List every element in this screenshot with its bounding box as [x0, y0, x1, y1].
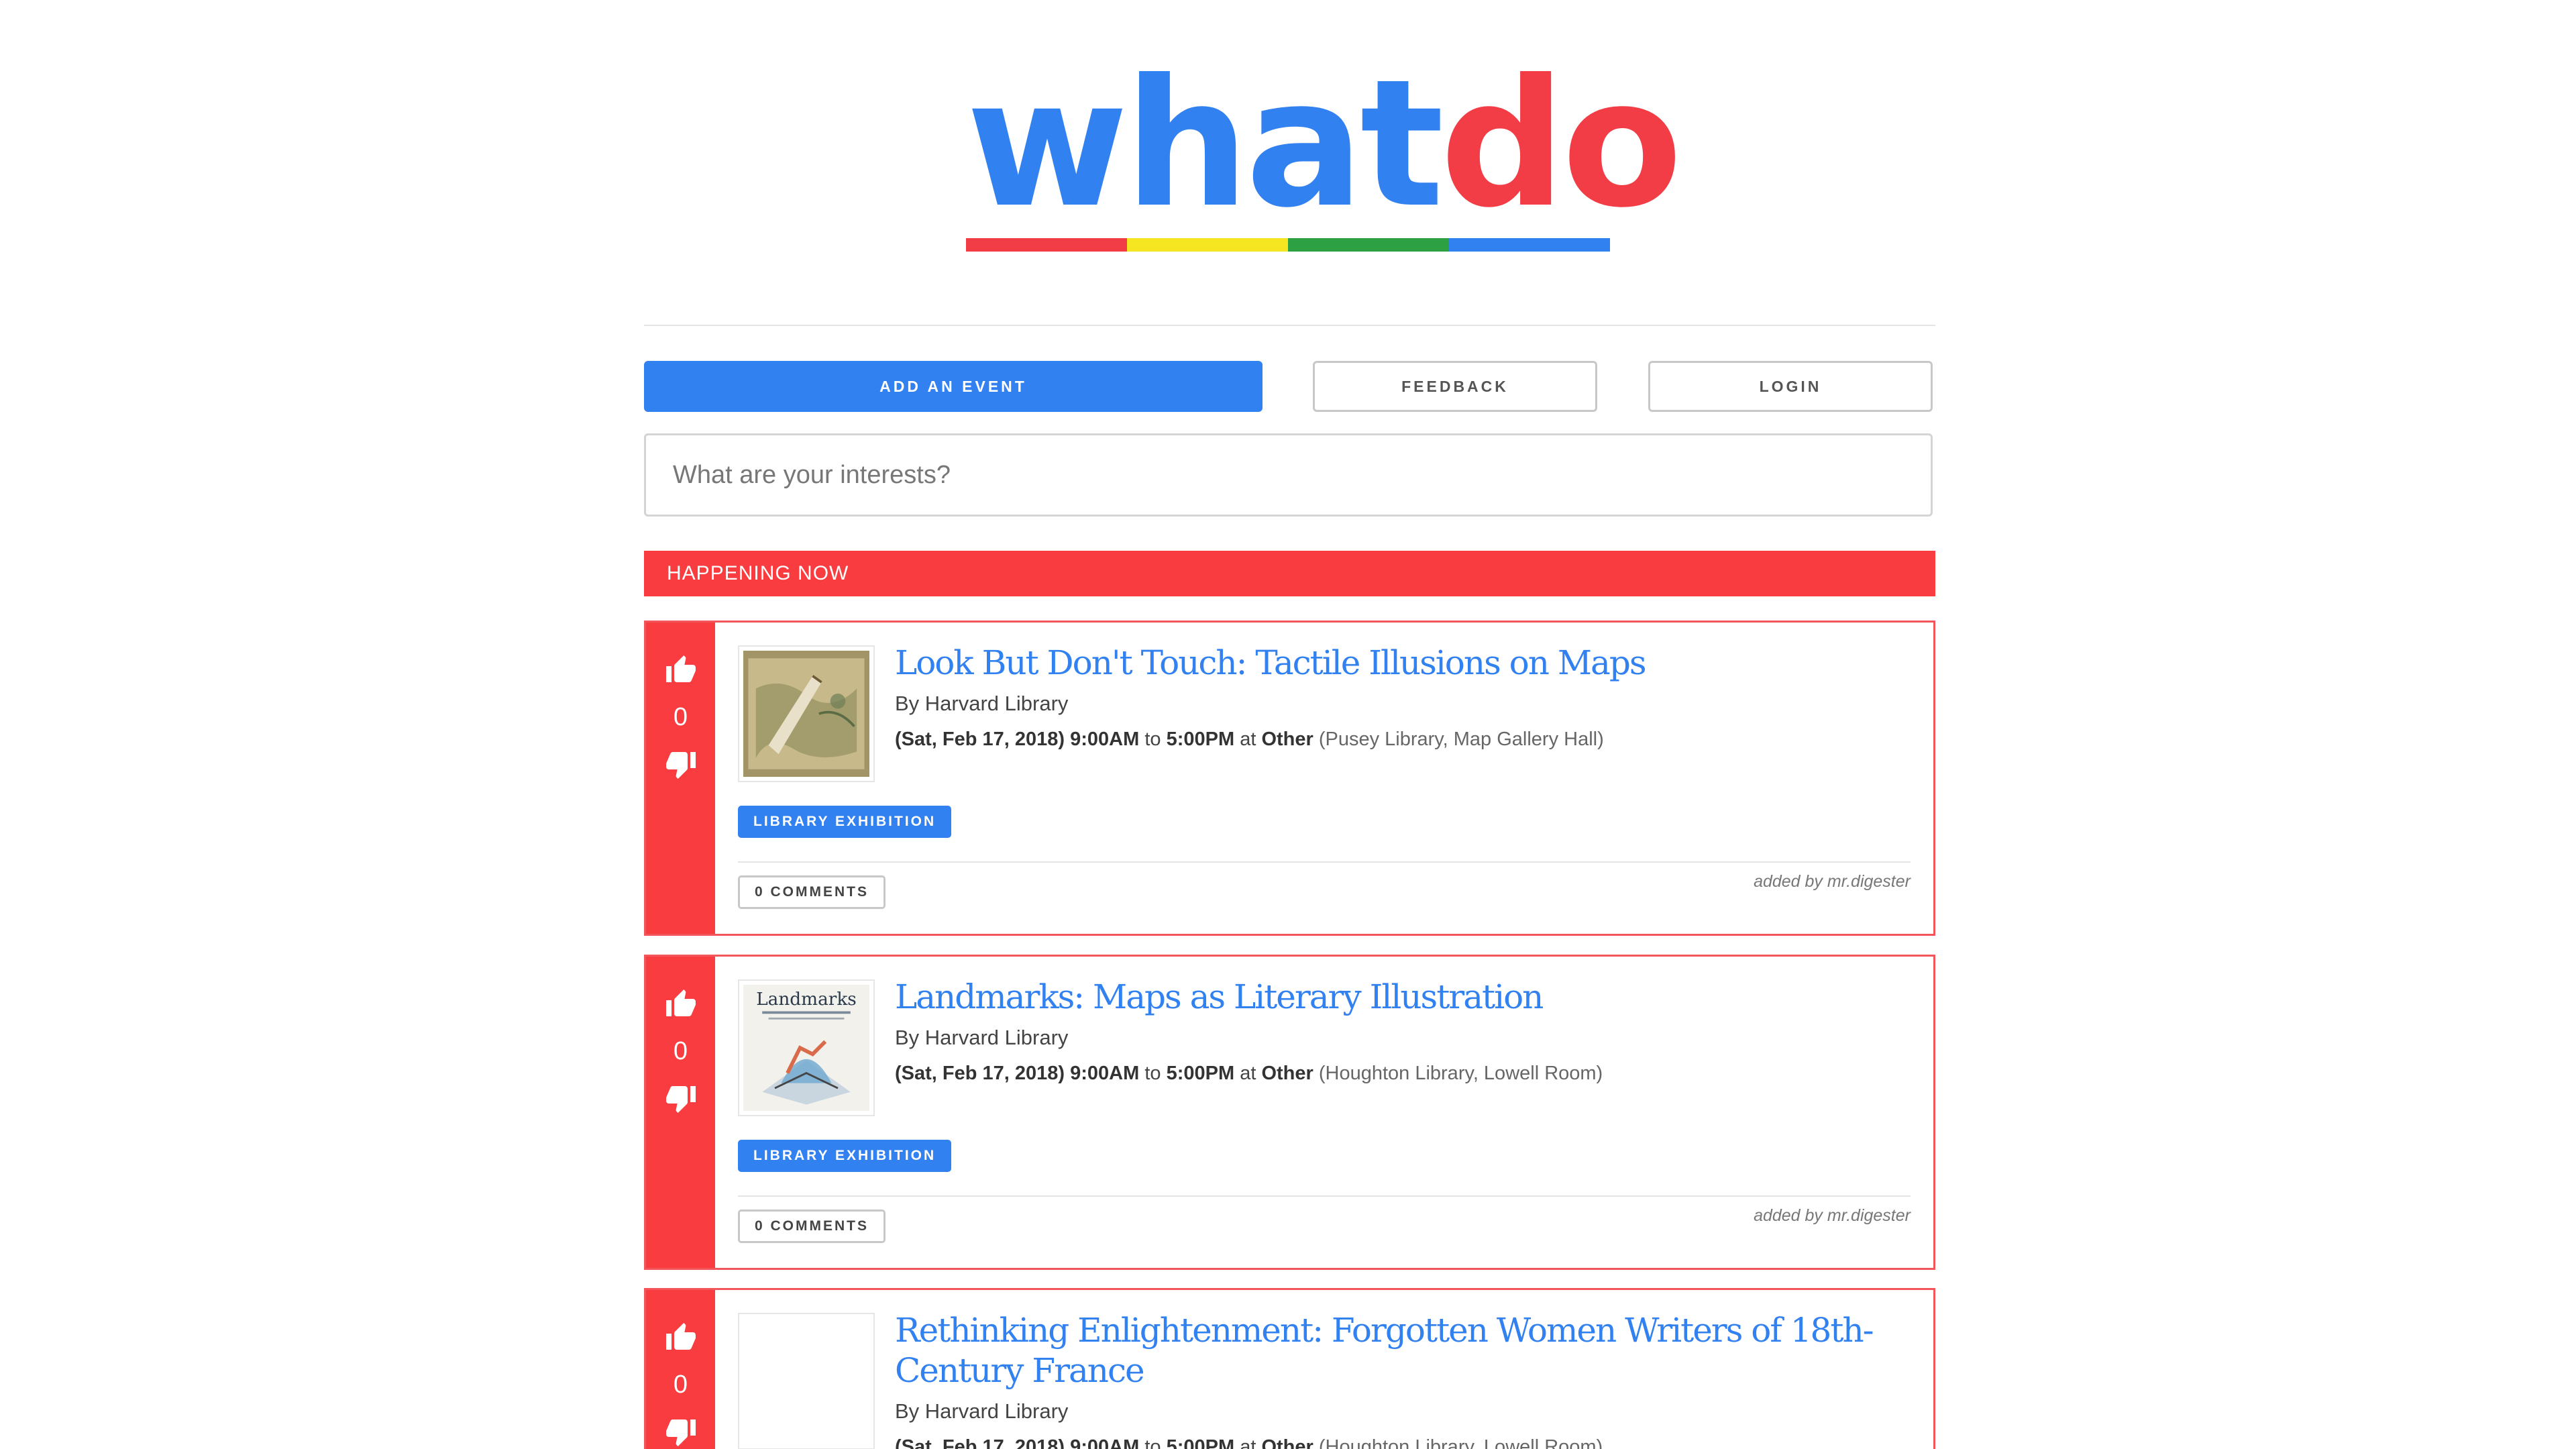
event-at: at — [1240, 1436, 1256, 1449]
event-start: (Sat, Feb 17, 2018) 9:00AM — [895, 1436, 1140, 1449]
logo-bar-yellow — [1127, 238, 1288, 252]
happening-now-header: HAPPENING NOW — [644, 551, 1935, 596]
event-at: at — [1240, 1063, 1256, 1084]
logo-color-bar — [966, 238, 1610, 252]
logo-what: what — [966, 42, 1444, 246]
added-by: added by mr.digester — [1754, 872, 1911, 891]
event-thumbnail[interactable] — [738, 1313, 875, 1449]
library-exhibition-tag[interactable]: LIBRARY EXHIBITION — [738, 1140, 952, 1172]
section-label: HAPPENING NOW — [667, 562, 849, 584]
event-start: (Sat, Feb 17, 2018) 9:00AM — [895, 1063, 1140, 1084]
logo-bar-blue — [1449, 238, 1610, 252]
event-organizer: By Harvard Library — [895, 1399, 1069, 1423]
event-category: Other — [1261, 1436, 1313, 1449]
event-title[interactable]: Rethinking Enlightenment: Forgotten Wome… — [895, 1310, 1907, 1391]
added-by: added by mr.digester — [1754, 1206, 1911, 1225]
card-divider — [738, 861, 1911, 863]
event-category: Other — [1261, 729, 1313, 750]
event-card: 0 Landmarks Landmarks: Maps as Literary … — [644, 955, 1935, 1270]
event-to: to — [1144, 1436, 1161, 1449]
vote-column: 0 — [646, 623, 715, 934]
event-datetime: (Sat, Feb 17, 2018) 9:00AM to 5:00PM at … — [895, 1063, 1603, 1085]
add-event-button[interactable]: ADD AN EVENT — [644, 361, 1263, 412]
blank-thumbnail — [743, 1318, 869, 1444]
event-to: to — [1144, 1063, 1161, 1084]
event-card: 0 Look But Don't Touch: Tactile Illusion… — [644, 621, 1935, 936]
event-to: to — [1144, 729, 1161, 750]
event-organizer: By Harvard Library — [895, 692, 1069, 715]
event-at: at — [1240, 729, 1256, 750]
login-button[interactable]: LOGIN — [1648, 361, 1933, 412]
thumbs-up-icon[interactable] — [665, 1322, 697, 1354]
logo-bar-red — [966, 238, 1127, 252]
interests-search-input[interactable] — [644, 433, 1933, 517]
thumbs-up-icon[interactable] — [665, 988, 697, 1020]
event-location: (Houghton Library, Lowell Room) — [1318, 1436, 1603, 1449]
header-divider — [644, 325, 1935, 326]
event-title[interactable]: Look But Don't Touch: Tactile Illusions … — [895, 643, 1907, 683]
vote-count: 0 — [673, 703, 688, 731]
thumbs-down-icon[interactable] — [665, 1415, 697, 1448]
event-category: Other — [1261, 1063, 1313, 1084]
thumbs-up-icon[interactable] — [665, 654, 697, 686]
vote-column: 0 — [646, 957, 715, 1268]
vote-count: 0 — [673, 1037, 688, 1065]
feedback-button[interactable]: FEEDBACK — [1313, 361, 1597, 412]
thumbs-down-icon[interactable] — [665, 1082, 697, 1114]
landmarks-poster-thumbnail: Landmarks — [743, 985, 869, 1111]
event-start: (Sat, Feb 17, 2018) 9:00AM — [895, 729, 1140, 750]
event-location: (Houghton Library, Lowell Room) — [1318, 1063, 1603, 1084]
comments-button[interactable]: 0 COMMENTS — [738, 1210, 886, 1243]
event-title[interactable]: Landmarks: Maps as Literary Illustration — [895, 977, 1907, 1017]
event-location: (Pusey Library, Map Gallery Hall) — [1318, 729, 1604, 750]
event-organizer: By Harvard Library — [895, 1026, 1069, 1049]
whatdo-logo[interactable]: whatdo — [966, 56, 1682, 258]
event-datetime: (Sat, Feb 17, 2018) 9:00AM to 5:00PM at … — [895, 1436, 1603, 1449]
antique-map-thumbnail — [743, 651, 869, 777]
vote-count: 0 — [673, 1371, 688, 1399]
logo-do: do — [1440, 42, 1683, 246]
logo-bar-green — [1288, 238, 1449, 252]
event-end: 5:00PM — [1166, 1436, 1235, 1449]
event-thumbnail[interactable] — [738, 645, 875, 782]
event-thumbnail[interactable]: Landmarks — [738, 979, 875, 1116]
card-divider — [738, 1195, 1911, 1197]
event-body: Rethinking Enlightenment: Forgotten Wome… — [715, 1290, 1933, 1449]
event-card: 0 Rethinking Enlightenment: Forgotten Wo… — [644, 1288, 1935, 1449]
event-end: 5:00PM — [1166, 729, 1235, 750]
event-body: Landmarks Landmarks: Maps as Literary Il… — [715, 957, 1933, 1268]
event-end: 5:00PM — [1166, 1063, 1235, 1084]
logo-wordmark: whatdo — [966, 56, 1682, 232]
thumbs-down-icon[interactable] — [665, 748, 697, 780]
library-exhibition-tag[interactable]: LIBRARY EXHIBITION — [738, 806, 952, 838]
thumb-landmarks-text: Landmarks — [756, 989, 857, 1010]
comments-button[interactable]: 0 COMMENTS — [738, 875, 886, 909]
vote-column: 0 — [646, 1290, 715, 1449]
event-body: Look But Don't Touch: Tactile Illusions … — [715, 623, 1933, 934]
event-datetime: (Sat, Feb 17, 2018) 9:00AM to 5:00PM at … — [895, 729, 1604, 751]
